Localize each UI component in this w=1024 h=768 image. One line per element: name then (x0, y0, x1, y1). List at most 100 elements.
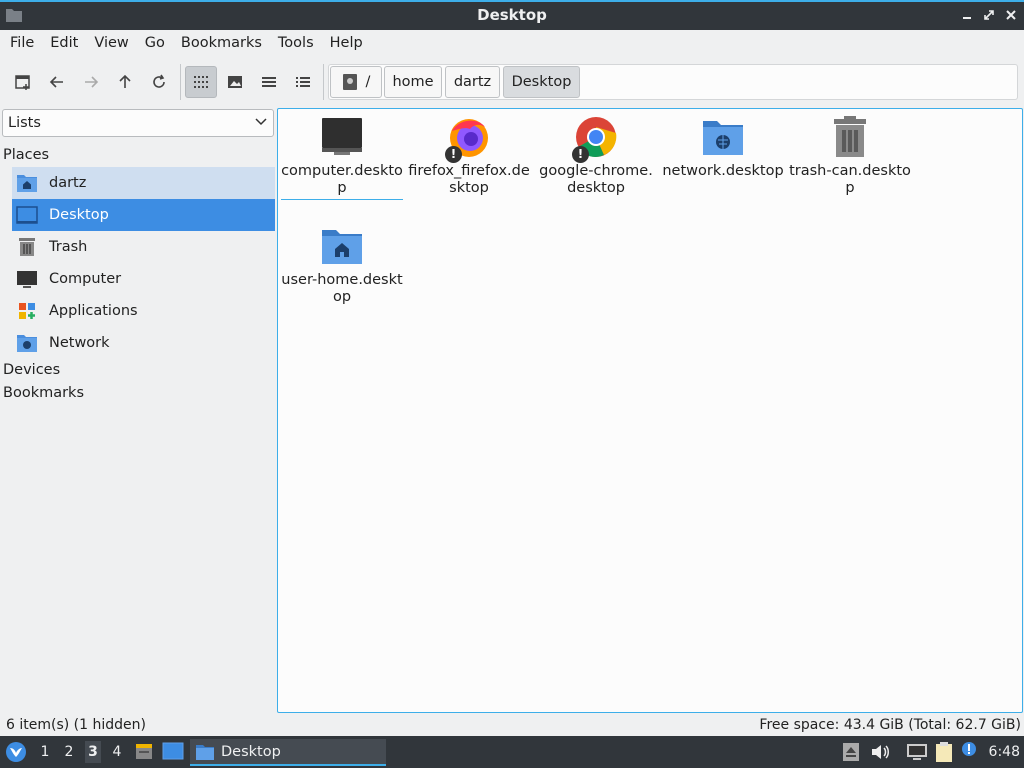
crumb-root[interactable]: / (330, 66, 382, 98)
place-applications[interactable]: Applications (12, 295, 275, 327)
file-item-trash[interactable]: trash-can.desktop (789, 115, 911, 197)
chrome-icon: ! (572, 115, 618, 163)
menu-file[interactable]: File (2, 30, 42, 56)
place-label: Network (49, 335, 110, 351)
chevron-down-icon (255, 118, 267, 126)
sidebar: Lists Places dartz Desktop Trash Compute… (0, 108, 276, 714)
thumbnail-view-button[interactable] (219, 66, 251, 98)
folder-icon (196, 744, 214, 760)
crumb-root-label: / (365, 74, 371, 90)
crumb-home[interactable]: home (384, 66, 442, 98)
close-button[interactable] (1002, 5, 1020, 25)
minimize-icon (963, 17, 971, 19)
workspace-2[interactable]: 2 (62, 744, 76, 760)
file-item-chrome[interactable]: ! google-chrome.desktop (535, 115, 657, 197)
workspace-1[interactable]: 1 (38, 744, 52, 760)
arrow-up-icon (119, 74, 131, 88)
task-desktop-window[interactable]: Desktop (190, 739, 386, 766)
file-item-firefox[interactable]: ! firefox_firefox.desktop (408, 115, 530, 197)
trash-icon (16, 236, 38, 258)
crumb-desktop[interactable]: Desktop (503, 66, 580, 98)
file-name: firefox_firefox.desktop (408, 163, 530, 196)
menu-help[interactable]: Help (322, 30, 371, 56)
title-bar: Desktop (0, 0, 1024, 30)
status-bar: 6 item(s) (1 hidden) Free space: 43.4 Gi… (0, 715, 1024, 735)
notification-icon (962, 742, 976, 756)
menu-go[interactable]: Go (137, 30, 173, 56)
list-icon (262, 77, 276, 87)
applications-icon (16, 300, 38, 322)
desktop-icon (16, 204, 38, 226)
menu-bar: File Edit View Go Bookmarks Tools Help (0, 30, 1024, 56)
status-item-count: 6 item(s) (1 hidden) (6, 717, 146, 733)
menu-view[interactable]: View (86, 30, 136, 56)
clock[interactable]: 6:48 (989, 744, 1020, 760)
reload-icon (153, 74, 165, 88)
forward-button[interactable] (75, 66, 107, 98)
task-label: Desktop (221, 743, 281, 760)
workspace-4[interactable]: 4 (110, 744, 124, 760)
workspace-3[interactable]: 3 (85, 741, 101, 763)
network-folder-icon (16, 332, 38, 354)
toolbar-separator (180, 64, 181, 100)
side-pane-mode-label: Lists (8, 115, 41, 131)
file-item-computer[interactable]: computer.desktop (281, 115, 403, 200)
toolbar-separator (323, 64, 324, 100)
maximize-button[interactable] (980, 5, 998, 25)
tray-notification[interactable] (961, 741, 977, 761)
tray-volume[interactable] (870, 743, 890, 765)
place-dartz[interactable]: dartz (12, 167, 275, 199)
place-desktop[interactable]: Desktop (12, 199, 275, 231)
status-free-space: Free space: 43.4 GiB (Total: 62.7 GiB) (759, 717, 1021, 733)
new-tab-icon (15, 75, 30, 90)
detailed-view-button[interactable] (287, 66, 319, 98)
volume-icon (872, 745, 889, 759)
lxqt-logo-icon (6, 742, 26, 762)
place-trash[interactable]: Trash (12, 231, 275, 263)
back-button[interactable] (41, 66, 73, 98)
devices-heading[interactable]: Devices (3, 362, 60, 378)
new-tab-button[interactable] (7, 66, 39, 98)
reload-button[interactable] (143, 66, 175, 98)
menu-bookmarks[interactable]: Bookmarks (173, 30, 270, 56)
warning-badge: ! (445, 146, 462, 163)
minimize-button[interactable] (958, 5, 976, 25)
eject-icon (843, 743, 859, 761)
home-folder-icon (320, 224, 364, 268)
tray-eject[interactable] (842, 742, 860, 766)
launch-file-manager[interactable] (134, 741, 154, 765)
side-pane-mode-select[interactable]: Lists (2, 109, 274, 137)
menu-tools[interactable]: Tools (270, 30, 322, 56)
network-icon (907, 744, 927, 760)
menu-edit[interactable]: Edit (42, 30, 86, 56)
home-folder-icon (16, 172, 38, 194)
clipboard-icon (936, 742, 952, 762)
bookmarks-heading[interactable]: Bookmarks (3, 385, 84, 401)
show-desktop-button[interactable] (162, 742, 184, 764)
compact-view-button[interactable] (253, 66, 285, 98)
drive-icon (342, 74, 357, 90)
up-button[interactable] (109, 66, 141, 98)
file-item-user-home[interactable]: user-home.desktop (281, 224, 403, 306)
file-view[interactable]: computer.desktop ! firefox_firefox.deskt… (277, 108, 1023, 713)
place-label: Trash (49, 239, 88, 255)
place-network[interactable]: Network (12, 327, 275, 359)
tray-clipboard[interactable] (934, 741, 954, 767)
file-name: google-chrome.desktop (539, 163, 653, 196)
arrow-right-icon (85, 76, 99, 88)
file-name: computer.desktop (281, 163, 403, 200)
file-name: trash-can.desktop (789, 163, 911, 196)
place-label: dartz (49, 175, 87, 191)
image-icon (228, 76, 242, 88)
crumb-dartz[interactable]: dartz (445, 66, 500, 98)
file-manager-icon (136, 744, 152, 759)
place-label: Computer (49, 271, 122, 287)
toolbar: / home dartz Desktop (0, 60, 1024, 104)
start-menu-button[interactable] (5, 741, 27, 767)
places-heading[interactable]: Places (3, 147, 49, 163)
tray-network[interactable] (906, 743, 928, 765)
place-computer[interactable]: Computer (12, 263, 275, 295)
close-icon (1006, 10, 1016, 20)
file-item-network[interactable]: network.desktop (662, 115, 784, 180)
icon-view-button[interactable] (185, 66, 217, 98)
